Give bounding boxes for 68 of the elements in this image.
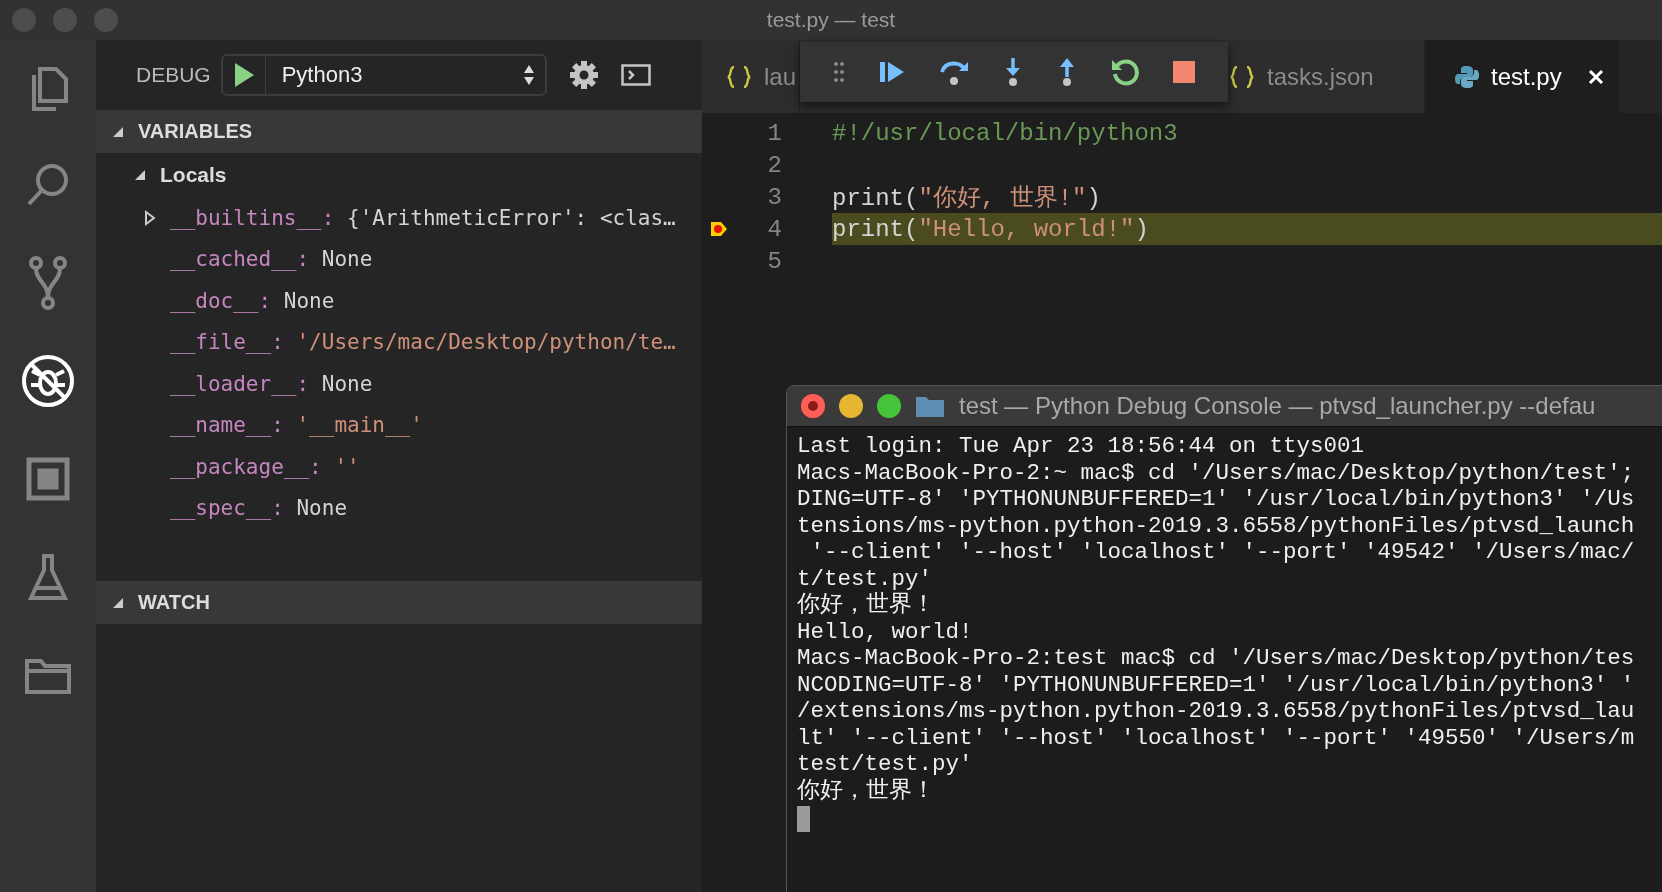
terminal-line: Macs-MacBook-Pro-2:~ mac$ cd '/Users/mac/Desktop/python/test';: [797, 459, 1636, 486]
code-line: print("你好, 世界!"): [832, 184, 1101, 213]
debug-icon[interactable]: [20, 353, 76, 409]
expand-icon[interactable]: [144, 209, 156, 226]
close-window-button[interactable]: [801, 394, 825, 418]
variable-entry[interactable]: __loader__: None: [170, 371, 373, 396]
configuration-dropdown[interactable]: Python3: [220, 54, 547, 96]
terminal-line: Hello, world!: [797, 618, 974, 645]
updown-icon: [522, 64, 535, 86]
section-title[interactable]: VARIABLES: [138, 120, 253, 143]
terminal-line: test/test.py': [797, 751, 974, 778]
variable-entry[interactable]: __package__: '': [170, 454, 360, 479]
code-line: #!/usr/local/bin/python3: [832, 119, 1178, 147]
continue-icon[interactable]: [879, 60, 905, 84]
branch-icon[interactable]: [28, 255, 68, 311]
terminal-cursor: [797, 806, 810, 832]
step-out-icon[interactable]: [1057, 57, 1077, 87]
extensions-icon[interactable]: [25, 456, 71, 502]
terminal-line: NCODING=UTF-8' 'PYTHONUNBUFFERED=1' '/usr/local/bin/python3' ': [797, 671, 1636, 698]
variable-entry[interactable]: __name__: '__main__': [170, 413, 423, 438]
expand-icon[interactable]: [112, 596, 124, 609]
variable-entry[interactable]: __doc__: None: [170, 288, 335, 313]
terminal-line: Last login: Tue Apr 23 18:56:44 on ttys001: [797, 433, 1366, 460]
terminal-line: /extensions/ms-python.python-2019.3.6558/pythonFiles/ptvsd_lau: [797, 698, 1636, 725]
terminal-line: lt' '--client' '--host' 'localhost' '--port' '49550' '/Users/m: [797, 724, 1636, 751]
editor-tab[interactable]: tasks.json: [1205, 40, 1425, 113]
terminal-title: test — Python Debug Console — ptvsd_launcher.py --defau: [959, 392, 1596, 420]
expand-icon[interactable]: [112, 125, 124, 138]
line-number: 2: [766, 151, 782, 179]
terminal-line: 你好，世界！: [797, 777, 936, 804]
minimize-window-button[interactable]: [839, 394, 863, 418]
variable-entry[interactable]: __builtins__: {'ArithmeticError': <clas…: [170, 205, 676, 230]
section-title[interactable]: WATCH: [138, 591, 210, 614]
braces-icon: [1229, 65, 1255, 88]
drag-handle-icon[interactable]: [833, 61, 845, 83]
variable-entry[interactable]: __spec__: None: [170, 496, 348, 521]
editor-tab[interactable]: lau: [702, 40, 800, 113]
play-icon[interactable]: [232, 62, 255, 88]
expand-icon[interactable]: [134, 169, 146, 181]
zoom-window-button[interactable]: [877, 394, 901, 418]
python-icon: [1455, 64, 1479, 89]
settings-icon[interactable]: [568, 60, 599, 90]
code-line: print("Hello, world!"): [832, 215, 1149, 243]
terminal-line: t/test.py': [797, 565, 934, 592]
variable-entry[interactable]: __cached__: None: [170, 247, 373, 272]
step-into-icon[interactable]: [1003, 57, 1023, 87]
terminal-line: '--client' '--host' 'localhost' '--port' '49542' '/Users/mac/: [809, 539, 1636, 566]
scope-label[interactable]: Locals: [160, 163, 227, 187]
line-number: 1: [766, 119, 782, 147]
terminal-line: tensions/ms-python.python-2019.3.6558/pythonFiles/ptvsd_launch: [797, 512, 1636, 539]
line-number: 3: [766, 183, 782, 211]
flask-icon[interactable]: [27, 552, 69, 602]
search-icon[interactable]: [25, 162, 71, 208]
restart-icon[interactable]: [1111, 58, 1139, 86]
debug-label: DEBUG: [136, 63, 211, 87]
terminal-line: DING=UTF-8' 'PYTHONUNBUFFERED=1' '/usr/local/bin/python3' '/Us: [797, 486, 1636, 513]
braces-icon: [726, 65, 752, 88]
line-number: 5: [766, 247, 782, 275]
line-number: 4: [766, 215, 782, 243]
terminal-line: 你好，世界！: [797, 592, 936, 619]
editor-tab[interactable]: test.py: [1425, 40, 1620, 113]
terminal-icon[interactable]: [620, 64, 651, 86]
terminal-line: Macs-MacBook-Pro-2:test mac$ cd '/Users/mac/Desktop/python/tes: [797, 645, 1636, 672]
variable-entry[interactable]: __file__: '/Users/mac/Desktop/python/te…: [170, 330, 676, 355]
window-title: test.py — test: [766, 8, 896, 32]
folder-icon: [915, 394, 945, 418]
close-icon[interactable]: [1587, 68, 1604, 85]
step-over-icon[interactable]: [939, 58, 969, 86]
